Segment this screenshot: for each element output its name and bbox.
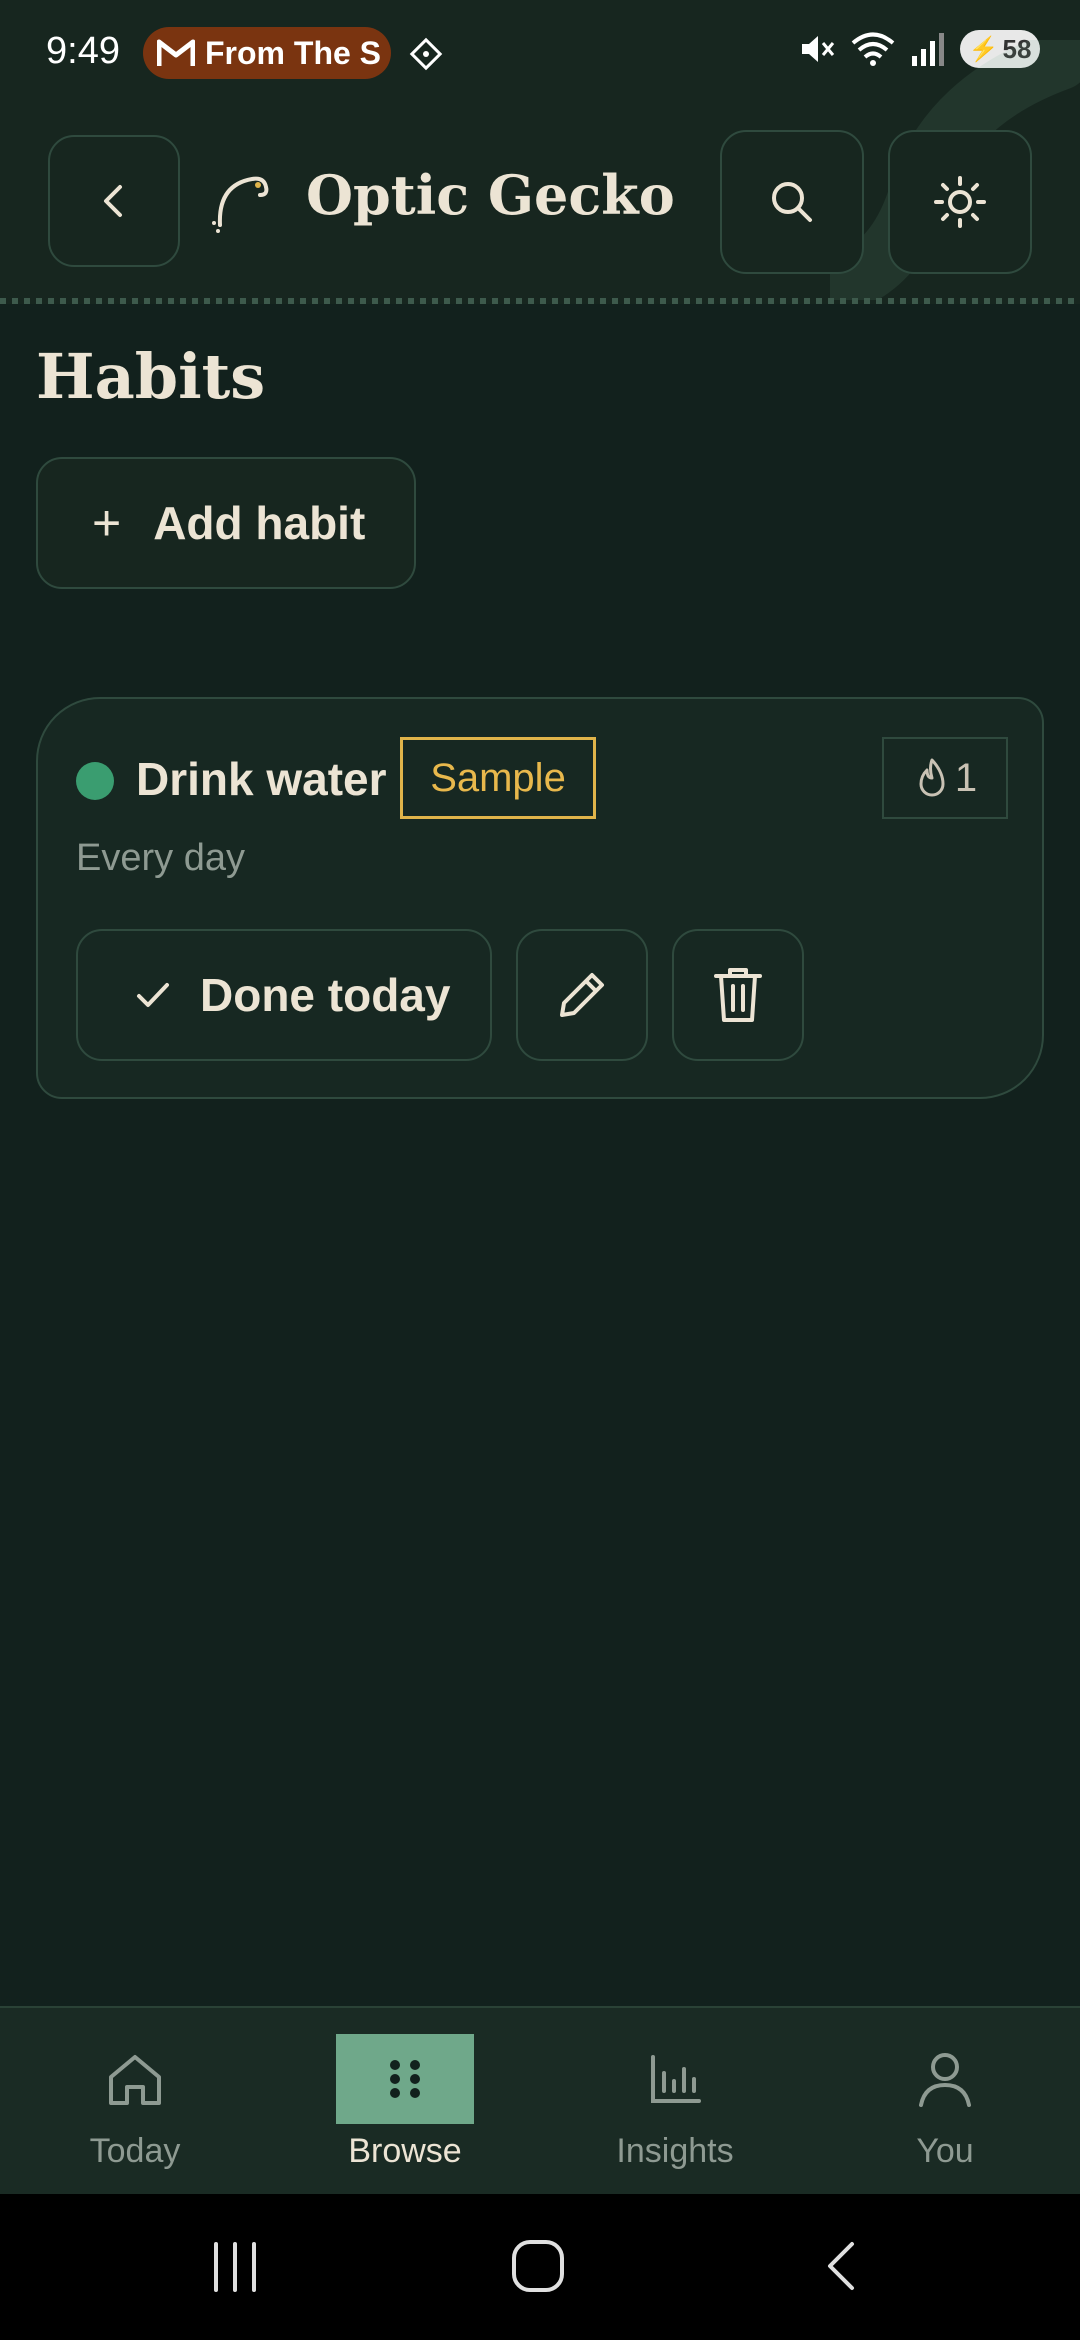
nav-item-you[interactable]: You [810, 2008, 1080, 2196]
sun-icon [934, 176, 986, 228]
trash-icon [714, 968, 762, 1022]
grid-dots-icon [390, 2060, 420, 2098]
sample-badge: Sample [400, 737, 596, 819]
nav-item-browse[interactable]: Browse [270, 2008, 540, 2196]
bottom-navigation: Today Browse Insights You [0, 2006, 1080, 2194]
nav-icon-wrap [66, 2034, 204, 2124]
home-icon [109, 2055, 161, 2105]
back-button[interactable] [48, 135, 180, 267]
pencil-icon [560, 973, 604, 1017]
nav-label-insights: Insights [616, 2132, 734, 2170]
diamond-icon [409, 37, 443, 71]
notification-text: From The S [205, 34, 382, 71]
plus-icon: + [92, 495, 122, 551]
flame-icon [919, 758, 945, 797]
add-habit-label: Add habit [153, 497, 366, 549]
delete-habit-button[interactable] [672, 929, 804, 1061]
habit-frequency: Every day [76, 837, 245, 879]
gmail-icon [157, 39, 195, 66]
streak-count: 1 [954, 755, 978, 800]
streak-badge: 1 [882, 737, 1008, 819]
search-icon [772, 182, 812, 222]
nav-item-today[interactable]: Today [0, 2008, 270, 2196]
gecko-logo-icon [212, 176, 269, 233]
nav-label-you: You [916, 2132, 974, 2170]
done-today-button[interactable]: Done today [76, 929, 492, 1061]
check-icon [137, 983, 169, 1007]
nav-icon-wrap [336, 2034, 474, 2124]
habit-card[interactable]: Drink water Sample 1 Every day Done toda… [36, 697, 1044, 1099]
nav-label-today: Today [89, 2132, 181, 2170]
status-time: 9:49 [46, 30, 120, 72]
theme-toggle-button[interactable] [888, 130, 1032, 274]
recent-apps-icon[interactable] [210, 2240, 260, 2294]
nav-icon-wrap [876, 2034, 1014, 2124]
system-navigation-bar [0, 2194, 1080, 2340]
search-button[interactable] [720, 130, 864, 274]
add-habit-button[interactable]: + Add habit [36, 457, 416, 589]
habit-name: Drink water [136, 753, 387, 805]
header-divider [0, 298, 1080, 304]
done-today-label: Done today [200, 969, 451, 1021]
edit-habit-button[interactable] [516, 929, 648, 1061]
nav-item-insights[interactable]: Insights [540, 2008, 810, 2196]
bar-chart-icon [651, 2055, 701, 2103]
home-button-icon[interactable] [510, 2238, 566, 2294]
chevron-left-icon [104, 185, 122, 217]
habit-color-dot [76, 762, 114, 800]
user-icon [919, 2053, 971, 2107]
app-title: Optic Gecko [306, 163, 675, 227]
nav-label-browse: Browse [348, 2132, 462, 2170]
notification-pill[interactable]: From The S [143, 27, 391, 79]
system-back-icon[interactable] [820, 2238, 864, 2294]
nav-icon-wrap [606, 2034, 744, 2124]
page-title: Habits [36, 340, 266, 413]
